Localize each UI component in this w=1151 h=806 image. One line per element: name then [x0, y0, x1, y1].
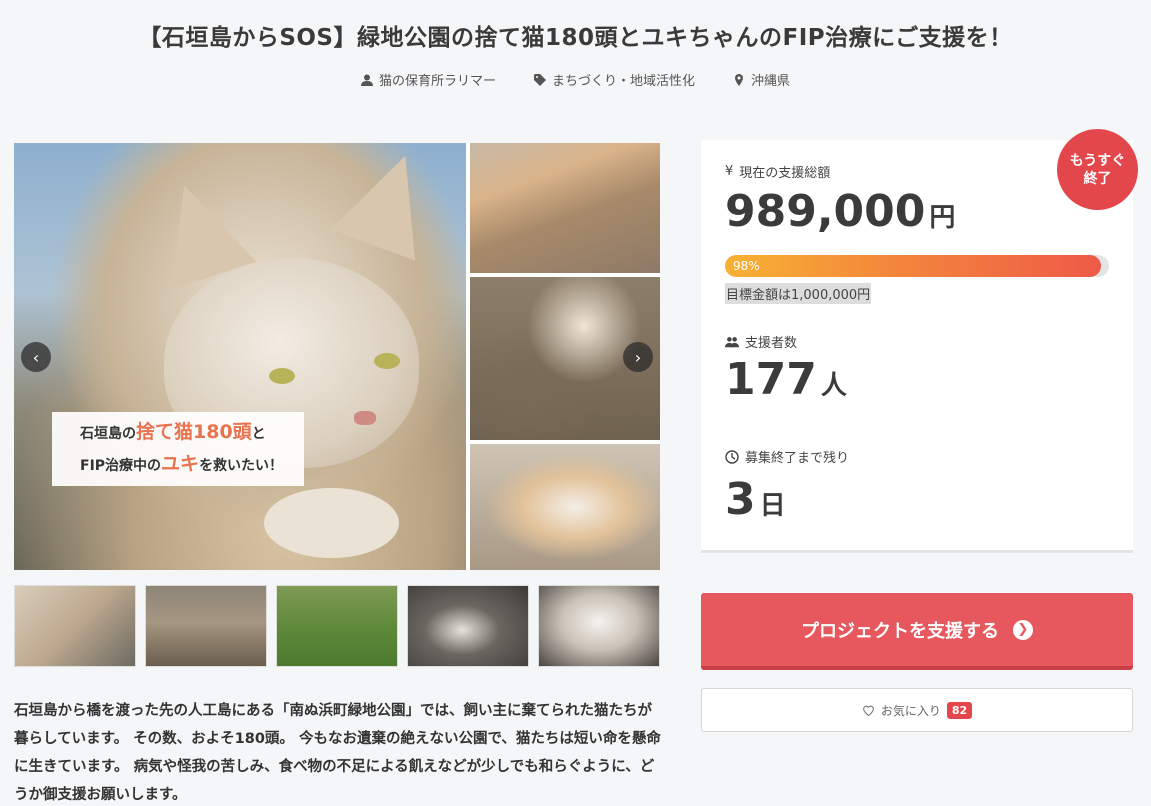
cats-eating-photo [470, 143, 660, 273]
caption-text: 石垣島の [80, 426, 136, 442]
cat-ear [330, 143, 448, 261]
remaining-unit: 日 [759, 491, 786, 521]
tag-icon [533, 73, 546, 86]
prev-slide-button[interactable]: ‹ [21, 342, 51, 372]
caption-text: FIP治療中の [80, 458, 162, 474]
support-project-button[interactable]: プロジェクトを支援する ❯ [701, 593, 1133, 670]
caption-text: と [251, 426, 266, 442]
total-label-text: 現在の支援総額 [739, 166, 831, 181]
goal-amount: 目標金額は1,000,000円 [725, 283, 872, 304]
page-title: 【石垣島からSOS】緑地公園の捨て猫180頭とユキちゃんのFIP治療にご支援を！ [138, 25, 1013, 51]
thumbnail-4[interactable] [407, 585, 529, 667]
owner-name: 猫の保育所ラリマー [378, 74, 496, 89]
total-amount: 989,000 円 [725, 186, 955, 237]
remaining-label-text: 募集終了まで残り [745, 451, 850, 466]
location-name: 沖縄県 [751, 74, 791, 89]
owner-link[interactable]: 猫の保育所ラリマー [360, 70, 496, 89]
thumbnail-2[interactable] [145, 585, 267, 667]
total-value: 989,000 [725, 186, 926, 237]
thumbnail-3[interactable] [276, 585, 398, 667]
progress-bar: 98% [725, 255, 1109, 277]
favorite-button[interactable]: お気に入り 82 [701, 688, 1133, 732]
main-cat-photo: 石垣島の捨て猫180頭と FIP治療中のユキを救いたい！ [14, 143, 466, 570]
next-slide-button[interactable]: › [623, 342, 653, 372]
remaining-days: 3日 [725, 474, 786, 525]
category-name: まちづくり・地域活性化 [551, 74, 695, 89]
caption-line-2: FIP治療中のユキを救いたい！ [80, 449, 283, 481]
caption-highlight: 捨て猫180頭 [136, 421, 252, 443]
supporters-count: 177 人 [725, 354, 847, 405]
cat-eye [374, 353, 400, 369]
caption-text: を救いたい！ [199, 458, 284, 474]
project-meta: 猫の保育所ラリマー まちづくり・地域活性化 沖縄県 [0, 70, 1151, 89]
users-icon [725, 336, 739, 347]
ending-soon-badge: もうすぐ 終了 [1057, 129, 1138, 210]
favorite-count: 82 [946, 701, 973, 719]
supporters-label-text: 支援者数 [745, 336, 798, 351]
total-label: ¥ 現在の支援総額 [725, 162, 830, 181]
remaining-value: 3 [725, 474, 756, 525]
photo-caption: 石垣島の捨て猫180頭と FIP治療中のユキを救いたい！ [52, 412, 304, 486]
total-unit: 円 [929, 203, 956, 233]
remaining-label: 募集終了まで残り [725, 447, 849, 466]
badge-line-1: もうすぐ [1069, 152, 1126, 169]
chevron-left-icon: ‹ [32, 347, 40, 367]
thumbnail-1[interactable] [14, 585, 136, 667]
supporters-value: 177 [725, 354, 817, 405]
clock-icon [725, 449, 739, 464]
stats-panel: ¥ 現在の支援総額 989,000 円 98% 目標金額は1,000,000円 支… [701, 140, 1133, 553]
cat-eye [269, 368, 295, 384]
location-link[interactable]: 沖縄県 [733, 70, 790, 89]
cat-paw [264, 488, 399, 558]
supporters-label: 支援者数 [725, 332, 797, 351]
chevron-right-icon: › [634, 347, 642, 367]
support-button-label: プロジェクトを支援する [801, 620, 999, 642]
caption-highlight: ユキ [161, 453, 200, 475]
user-icon [360, 74, 373, 86]
yen-icon: ¥ [725, 164, 734, 179]
badge-line-2: 終了 [1083, 170, 1112, 187]
category-link[interactable]: まちづくり・地域活性化 [533, 70, 695, 89]
caption-line-1: 石垣島の捨て猫180頭と [80, 417, 266, 449]
supporters-unit: 人 [820, 371, 847, 401]
project-description: 石垣島から橋を渡った先の人工島にある「南ぬ浜町緑地公園」では、飼い主に棄てられた… [14, 703, 661, 803]
cat-nose [354, 411, 376, 425]
thumbnail-5[interactable] [538, 585, 660, 667]
progress-fill: 98% [725, 255, 1102, 277]
favorite-label: お気に入り [880, 703, 941, 718]
kittens-photo [470, 444, 660, 570]
image-gallery: 石垣島の捨て猫180頭と FIP治療中のユキを救いたい！ ‹ › [14, 143, 660, 570]
thumbnail-strip [14, 585, 662, 667]
arrow-right-circle-icon: ❯ [1013, 619, 1033, 640]
map-pin-icon [735, 73, 743, 86]
heart-icon [862, 705, 874, 716]
